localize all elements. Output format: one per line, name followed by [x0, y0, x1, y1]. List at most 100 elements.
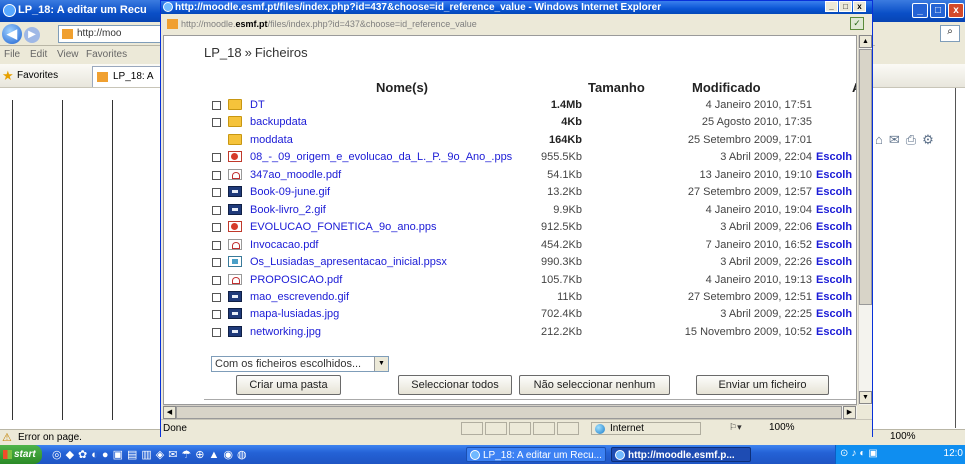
file-modified-date: 15 Novembro 2009, 10:52	[684, 325, 812, 338]
choose-file-link[interactable]: Escolh	[816, 239, 852, 251]
upload-file-button[interactable]: Enviar um ficheiro	[696, 375, 829, 395]
scroll-right-icon[interactable]: ▶	[843, 406, 856, 419]
file-name-link[interactable]: PROPOSICAO.pdf	[250, 274, 342, 286]
minimize-icon[interactable]: _	[912, 3, 928, 18]
file-name-link[interactable]: mapa-lusiadas.jpg	[250, 308, 339, 320]
breadcrumb: LP_18» Ficheiros	[204, 45, 308, 60]
menu-file[interactable]: File	[4, 49, 20, 60]
globe-icon	[595, 424, 605, 434]
background-tab[interactable]: LP_18: A	[92, 66, 162, 87]
row-checkbox[interactable]	[212, 205, 221, 215]
scroll-left-icon[interactable]: ◀	[163, 406, 176, 419]
favorites-button[interactable]: ★ Favorites	[2, 68, 58, 84]
choose-file-link[interactable]: Escolh	[816, 221, 852, 233]
taskbar-item-popup[interactable]: http://moodle.esmf.p...	[611, 447, 751, 462]
choose-file-link[interactable]: Escolh	[816, 186, 852, 198]
choose-file-link[interactable]: Escolh	[816, 256, 852, 268]
file-name-link[interactable]: EVOLUCAO_FONETICA_9o_ano.pps	[250, 221, 436, 233]
row-checkbox[interactable]	[212, 188, 221, 198]
row-checkbox[interactable]	[212, 170, 221, 180]
file-name-link[interactable]: DT	[250, 99, 265, 111]
row-checkbox[interactable]	[212, 101, 221, 110]
background-zoom-level[interactable]: 100%	[890, 431, 916, 442]
scroll-thumb[interactable]	[859, 49, 872, 305]
file-name-link[interactable]: backupdata	[250, 116, 307, 128]
column-header-name[interactable]: Nome(s)	[376, 80, 428, 95]
file-name-link[interactable]: Os_Lusiadas_apresentacao_inicial.ppsx	[250, 256, 447, 268]
select-all-button[interactable]: Seleccionar todos	[398, 375, 512, 395]
status-segment	[461, 422, 483, 435]
popup-address-bar[interactable]: http://moodle.esmf.pt/files/index.php?id…	[163, 15, 870, 33]
choose-file-link[interactable]: Escolh	[816, 291, 852, 303]
row-checkbox[interactable]	[212, 275, 221, 285]
file-name-link[interactable]: 08_-_09_origem_e_evolucao_da_L._P._9o_An…	[250, 151, 512, 163]
column-header-action: A	[852, 80, 856, 95]
search-icon[interactable]: ⌕	[940, 25, 960, 42]
certificate-icon[interactable]: ✓	[850, 17, 864, 30]
quick-launch-icons[interactable]: ◎◆✿◐●▣▤▥◈✉☂⊕▲◉◍	[52, 448, 251, 461]
row-checkbox[interactable]	[212, 258, 221, 268]
chevron-down-icon[interactable]: ▼	[374, 357, 388, 371]
table-row: moddata 164Kb 25 Setembro 2009, 17:01	[164, 132, 856, 149]
select-none-button[interactable]: Não seleccionar nenhum	[519, 375, 670, 395]
row-checkbox[interactable]	[212, 118, 221, 128]
row-checkbox[interactable]	[212, 223, 221, 233]
forward-icon[interactable]: ▶	[24, 27, 40, 43]
file-name-link[interactable]: networking.jpg	[250, 326, 321, 338]
horizontal-scrollbar[interactable]: ◀ ▶	[163, 405, 857, 419]
toolbar-icons[interactable]: ⌂✉⎙⚙	[875, 132, 940, 148]
choose-file-link[interactable]: Escolh	[816, 326, 852, 338]
tray-icons[interactable]: ⊙♪◐▣	[840, 448, 881, 459]
breadcrumb-separator: »	[244, 45, 252, 60]
vertical-scrollbar[interactable]: ▲ ▼	[858, 35, 872, 405]
create-folder-button[interactable]: Criar uma pasta	[236, 375, 341, 395]
choose-file-link[interactable]: Escolh	[816, 151, 852, 163]
row-checkbox[interactable]	[212, 292, 221, 302]
horizontal-scroll-thumb[interactable]	[176, 406, 842, 419]
row-checkbox[interactable]	[212, 310, 221, 320]
menu-favorites[interactable]: Favorites	[86, 49, 127, 60]
file-name-link[interactable]: mao_escrevendo.gif	[250, 291, 349, 303]
column-header-size[interactable]: Tamanho	[588, 80, 645, 95]
maximize-icon[interactable]: □	[839, 1, 852, 12]
row-checkbox[interactable]	[212, 153, 221, 163]
choose-file-link[interactable]: Escolh	[816, 204, 852, 216]
taskbar-item-editor[interactable]: LP_18: A editar um Recu...	[466, 447, 606, 462]
windows-flag-icon	[3, 450, 12, 459]
close-icon[interactable]: x	[948, 3, 964, 18]
menu-edit[interactable]: Edit	[30, 49, 47, 60]
choose-file-link[interactable]: Escolh	[816, 308, 852, 320]
menu-view[interactable]: View	[57, 49, 79, 60]
file-name-link[interactable]: Invocacao.pdf	[250, 239, 319, 251]
security-zone[interactable]: Internet	[591, 422, 701, 435]
back-icon[interactable]: ◀	[2, 24, 22, 44]
choose-file-link[interactable]: Escolh	[816, 169, 852, 181]
popup-zoom-level[interactable]: 100%	[769, 422, 795, 433]
file-size: 105.7Kb	[541, 273, 582, 286]
scroll-up-icon[interactable]: ▲	[859, 35, 872, 48]
minimize-icon[interactable]: _	[825, 1, 838, 12]
image-icon	[228, 203, 242, 215]
with-selected-value: Com os ficheiros escolhidos...	[215, 358, 362, 370]
file-modified-date: 3 Abril 2009, 22:25	[720, 308, 812, 321]
file-name-link[interactable]: 347ao_moodle.pdf	[250, 169, 341, 181]
with-selected-dropdown[interactable]: Com os ficheiros escolhidos... ▼	[211, 356, 389, 372]
close-icon[interactable]: x	[853, 1, 866, 12]
row-checkbox[interactable]	[212, 327, 221, 337]
background-status-text[interactable]: Error on page.	[18, 432, 82, 443]
column-header-modified[interactable]: Modificado	[692, 80, 761, 95]
maximize-icon[interactable]: □	[930, 3, 946, 18]
scroll-down-icon[interactable]: ▼	[859, 391, 872, 404]
choose-file-link[interactable]: Escolh	[816, 274, 852, 286]
row-checkbox[interactable]	[212, 240, 221, 250]
ie-icon	[3, 4, 16, 17]
breadcrumb-course[interactable]: LP_18	[204, 45, 242, 60]
warning-icon[interactable]: ⚠	[2, 432, 12, 444]
file-name-link[interactable]: Book-09-june.gif	[250, 186, 330, 198]
start-button[interactable]: start	[0, 445, 42, 464]
file-name-link[interactable]: moddata	[250, 134, 293, 146]
folder-icon	[228, 133, 242, 145]
file-name-link[interactable]: Book-livro_2.gif	[250, 204, 326, 216]
protected-mode-icon[interactable]: ⚐▾	[729, 422, 742, 433]
background-address-input[interactable]: http://moo	[58, 25, 162, 43]
